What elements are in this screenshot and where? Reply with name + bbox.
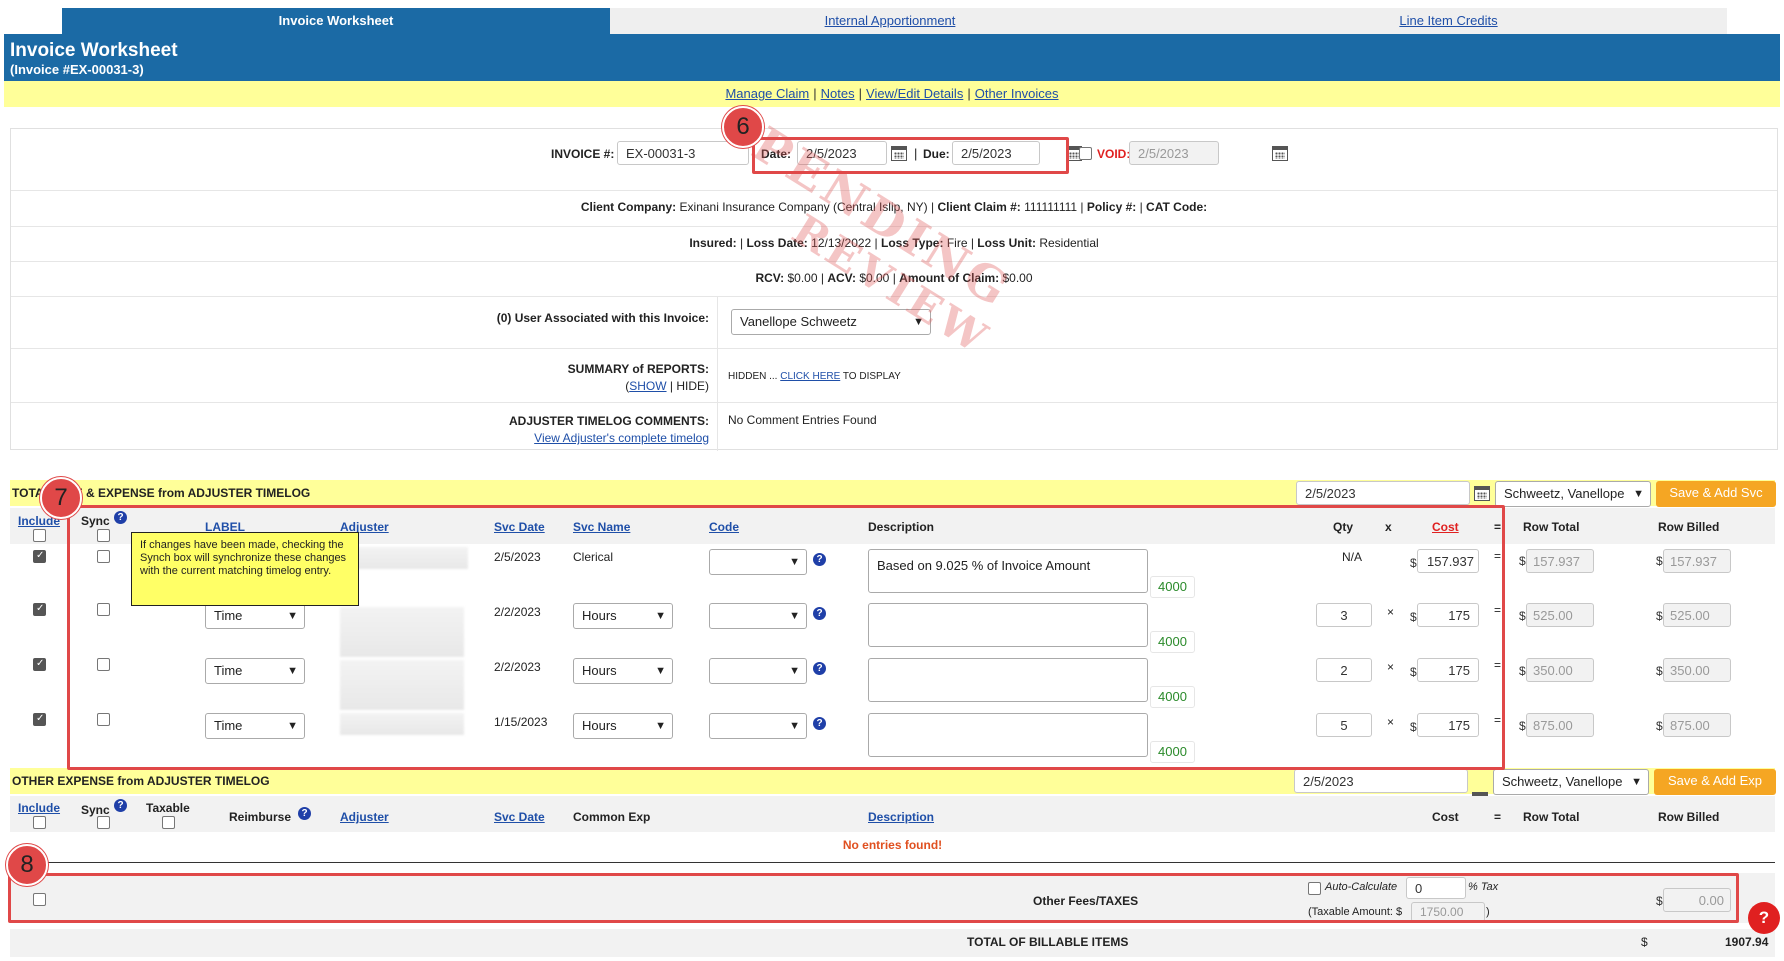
row-billed — [1663, 603, 1731, 627]
save-add-svc-button[interactable]: Save & Add Svc — [1656, 481, 1776, 507]
void-calendar-icon[interactable] — [1272, 146, 1289, 161]
time-calendar-icon[interactable] — [1474, 486, 1490, 501]
timelog-comments-row: ADJUSTER TIMELOG COMMENTS: View Adjuster… — [11, 403, 1777, 451]
row-billed — [1663, 549, 1731, 573]
col-eq: = — [1494, 810, 1502, 824]
row-billed — [1663, 713, 1731, 737]
invoice-number-label: INVOICE #: — [551, 147, 615, 161]
row-billed — [1663, 658, 1731, 682]
col-reimburse: Reimburse — [229, 810, 292, 824]
page-header: Invoice Worksheet (Invoice #EX-00031-3) — [4, 34, 1780, 81]
page-title: Invoice Worksheet — [10, 40, 178, 61]
col-cost: Cost — [1432, 810, 1459, 824]
tab-invoice-worksheet[interactable]: Invoice Worksheet — [62, 8, 610, 34]
click-here-link[interactable]: CLICK HERE — [780, 371, 840, 382]
page-subtitle: (Invoice #EX-00031-3) — [10, 62, 144, 77]
include-all-checkbox[interactable] — [33, 529, 46, 542]
save-add-exp-button[interactable]: Save & Add Exp — [1654, 769, 1776, 795]
col-row-total: Row Total — [1523, 520, 1580, 534]
time-date-input[interactable] — [1296, 481, 1470, 505]
summary-row: SUMMARY of REPORTS: (SHOW | HIDE) HIDDEN… — [11, 349, 1777, 403]
no-entries-message: No entries found! — [842, 838, 943, 852]
col-taxable: Taxable — [146, 801, 190, 815]
other-adjuster-select[interactable]: Schweetz, Vanellope ▼ — [1493, 769, 1649, 795]
tab-bar: Invoice Worksheet Internal Apportionment… — [62, 8, 1727, 34]
total-label: TOTAL OF BILLABLE ITEMS — [967, 935, 1129, 949]
include-checkbox[interactable] — [33, 658, 46, 671]
divider — [10, 862, 1775, 863]
manage-claim-link[interactable]: Manage Claim — [725, 86, 809, 101]
tab-internal-apportionment[interactable]: Internal Apportionment — [610, 8, 1170, 34]
help-button[interactable]: ? — [1748, 902, 1780, 934]
col-sync: Sync — [81, 803, 110, 817]
annotation-badge-7: 7 — [40, 477, 82, 519]
taxable-all-checkbox[interactable] — [162, 816, 175, 829]
col-svc-date[interactable]: Svc Date — [494, 810, 545, 824]
users-label: (0) User Associated with this Invoice: — [496, 311, 709, 325]
col-row-billed: Row Billed — [1658, 520, 1720, 534]
col-row-billed: Row Billed — [1658, 810, 1720, 824]
include-all-checkbox[interactable] — [33, 816, 46, 829]
annotation-box-7 — [67, 505, 1505, 770]
col-description[interactable]: Description — [868, 810, 934, 824]
annotation-badge-6: 6 — [722, 106, 764, 148]
other-invoices-link[interactable]: Other Invoices — [975, 86, 1059, 101]
row-total — [1526, 549, 1594, 573]
timelog-label: ADJUSTER TIMELOG COMMENTS: — [509, 414, 709, 428]
notes-link[interactable]: Notes — [821, 86, 855, 101]
loss-unit: Residential — [1039, 236, 1099, 250]
row-total — [1526, 603, 1594, 627]
claim-links-bar: Manage Claim | Notes | View/Edit Details | Oth… — [4, 81, 1780, 107]
col-include[interactable]: Include — [18, 801, 60, 815]
other-date-input[interactable] — [1294, 769, 1468, 793]
time-adjuster-select[interactable]: Schweetz, Vanellope ▼ — [1495, 481, 1651, 507]
annotation-box-8 — [8, 873, 1739, 923]
annotation-badge-8: 8 — [6, 844, 48, 886]
invoice-number-input[interactable] — [617, 141, 749, 165]
view-timelog-link[interactable]: View Adjuster's complete timelog — [534, 431, 709, 445]
row-total — [1526, 713, 1594, 737]
summary-show-link[interactable]: SHOW — [629, 379, 666, 393]
view-edit-details-link[interactable]: View/Edit Details — [866, 86, 963, 101]
row-total — [1526, 658, 1594, 682]
include-checkbox[interactable] — [33, 603, 46, 616]
summary-label: SUMMARY of REPORTS: — [567, 362, 709, 376]
timelog-value: No Comment Entries Found — [728, 413, 877, 427]
include-checkbox[interactable] — [33, 713, 46, 726]
other-section-title: OTHER EXPENSE from ADJUSTER TIMELOG — [12, 774, 270, 788]
summary-hide: HIDE — [676, 379, 705, 393]
sync-all-checkbox[interactable] — [97, 816, 110, 829]
client-claim-number: 111111111 — [1024, 200, 1078, 214]
annotation-box-6 — [752, 137, 1069, 174]
col-row-total: Row Total — [1523, 810, 1580, 824]
col-common-exp: Common Exp — [573, 810, 651, 824]
total-value: 1907.94 — [1725, 935, 1769, 949]
sync-help-icon[interactable]: ? — [114, 799, 127, 812]
void-date-input[interactable] — [1129, 141, 1219, 165]
void-label: VOID: — [1097, 147, 1131, 161]
include-checkbox[interactable] — [33, 550, 46, 563]
total-row — [10, 929, 1775, 957]
reimburse-help-icon[interactable]: ? — [298, 807, 311, 820]
tab-line-item-credits[interactable]: Line Item Credits — [1170, 8, 1727, 34]
void-checkbox[interactable] — [1079, 147, 1092, 160]
col-adjuster[interactable]: Adjuster — [340, 810, 389, 824]
